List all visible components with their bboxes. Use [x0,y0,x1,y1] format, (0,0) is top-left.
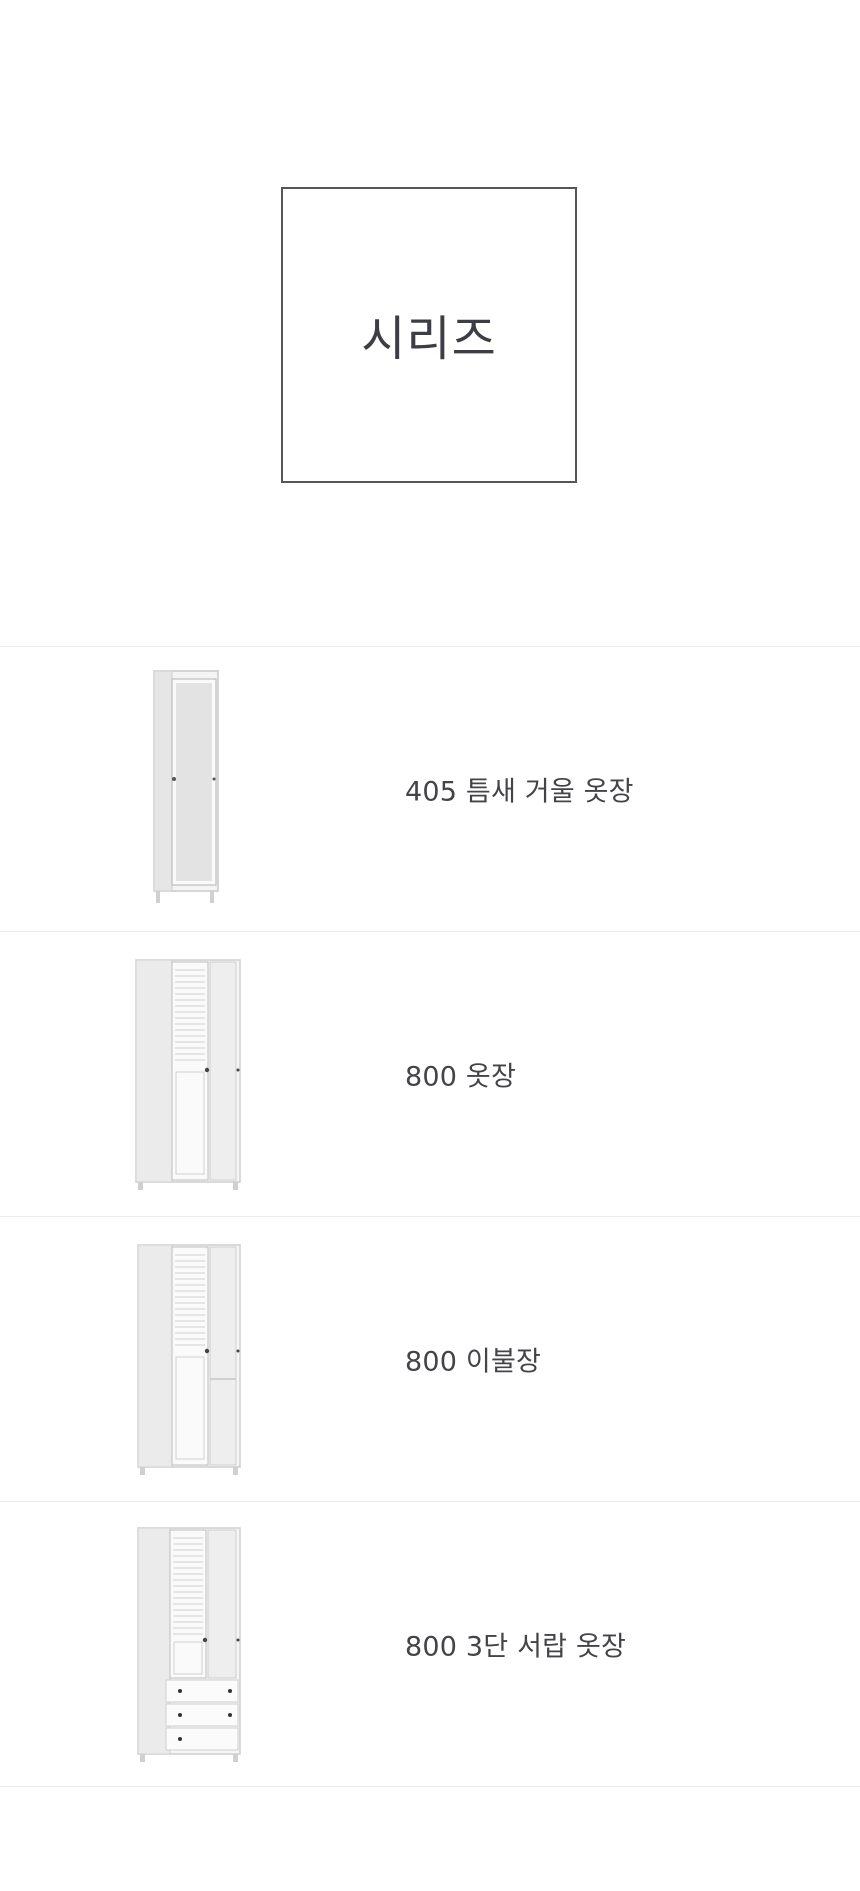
product-thumbnail[interactable] [0,647,380,931]
wardrobe-icon [135,959,241,1190]
product-thumbnail[interactable] [0,1217,380,1501]
blanket-cabinet-icon [137,1244,241,1475]
product-thumbnail[interactable] [0,932,380,1216]
product-item-800-blanket-cabinet[interactable]: 800 이불장 [0,1217,860,1502]
product-list: 405 틈새 거울 옷장 800 옷장 800 이불장 800 3단 서랍 옷장 [0,646,860,1787]
page-title: 시리즈 [361,311,497,367]
product-name[interactable]: 800 이불장 [405,1340,541,1379]
drawer-wardrobe-icon [137,1527,241,1762]
product-name[interactable]: 800 3단 서랍 옷장 [405,1625,626,1664]
product-item-800-drawer-wardrobe[interactable]: 800 3단 서랍 옷장 [0,1502,860,1787]
product-item-405-mirror-wardrobe[interactable]: 405 틈새 거울 옷장 [0,647,860,932]
mirror-wardrobe-icon [153,670,219,903]
product-name[interactable]: 800 옷장 [405,1055,516,1094]
series-title-box: 시리즈 [281,187,577,483]
hero-section: 시리즈 [0,0,860,646]
product-item-800-wardrobe[interactable]: 800 옷장 [0,932,860,1217]
product-thumbnail[interactable] [0,1502,380,1786]
product-name[interactable]: 405 틈새 거울 옷장 [405,770,634,809]
